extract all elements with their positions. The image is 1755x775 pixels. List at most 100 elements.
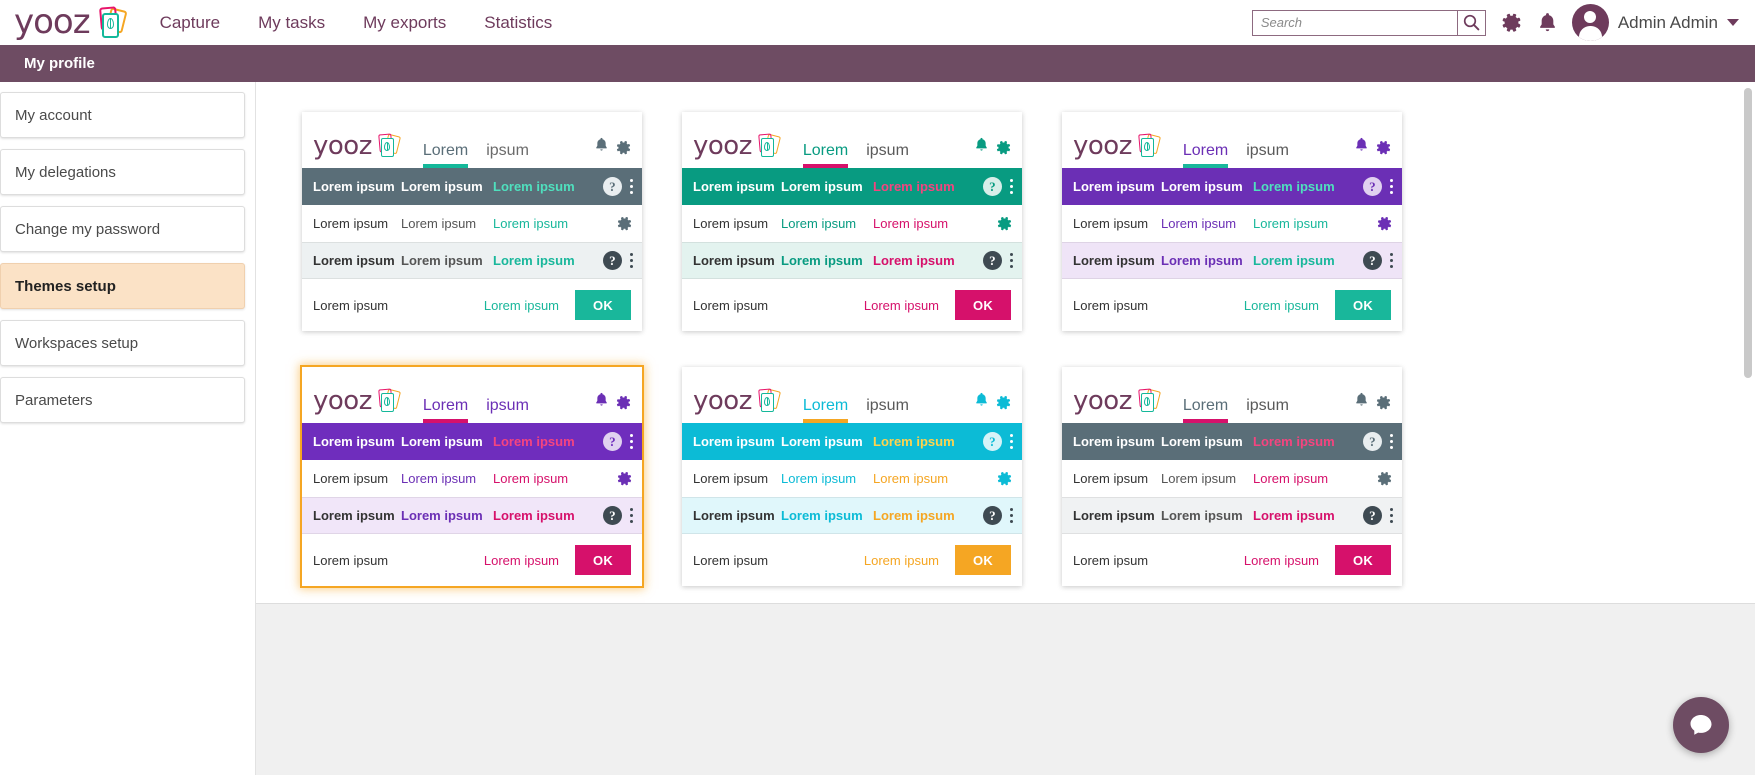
preview-tab-active[interactable]: Lorem — [422, 142, 469, 168]
preview-table-row[interactable]: Lorem ipsum Lorem ipsum Lorem ipsum — [302, 205, 642, 242]
preview-gear-button[interactable] — [1375, 139, 1392, 156]
preview-tab-inactive[interactable]: ipsum — [866, 142, 909, 168]
sidebar-item-workspaces-setup[interactable]: Workspaces setup — [0, 320, 245, 366]
help-icon[interactable]: ? — [1362, 432, 1382, 451]
row-gear-button[interactable] — [1376, 470, 1393, 487]
preview-tab-inactive[interactable]: ipsum — [1246, 142, 1289, 168]
more-vertical-icon[interactable] — [1009, 179, 1013, 194]
preview-gear-button[interactable] — [615, 139, 632, 156]
help-icon[interactable]: ? — [1362, 506, 1382, 525]
nav-item-statistics[interactable]: Statistics — [484, 13, 552, 33]
more-vertical-icon[interactable] — [629, 434, 633, 449]
more-vertical-icon[interactable] — [1009, 434, 1013, 449]
preview-tab-active[interactable]: Lorem — [1182, 397, 1229, 423]
vertical-scrollbar[interactable] — [1744, 88, 1752, 378]
row-gear-button[interactable] — [616, 470, 633, 487]
theme-card-theme-grey-teal[interactable]: yooz Lorem ipsum Lorem ipsum Lorem ipsum Lore… — [302, 112, 642, 331]
theme-card-theme-purple-teal[interactable]: yooz Lorem ipsum Lorem ipsum Lorem ipsum Lore… — [1062, 112, 1402, 331]
ok-button[interactable]: OK — [955, 290, 1011, 320]
help-icon[interactable]: ? — [602, 251, 622, 270]
preview-gear-button[interactable] — [995, 394, 1012, 411]
sidebar-item-parameters[interactable]: Parameters — [0, 377, 245, 423]
preview-table-row[interactable]: Lorem ipsum Lorem ipsum Lorem ipsum — [302, 460, 642, 497]
more-vertical-icon[interactable] — [629, 179, 633, 194]
sidebar-item-themes-setup[interactable]: Themes setup — [0, 263, 245, 309]
more-vertical-icon[interactable] — [629, 253, 633, 268]
sidebar-item-my-delegations[interactable]: My delegations — [0, 149, 245, 195]
preview-table-row[interactable]: Lorem ipsum Lorem ipsum Lorem ipsum — [1062, 460, 1402, 497]
help-icon[interactable]: ? — [982, 506, 1002, 525]
help-icon[interactable]: ? — [602, 177, 622, 196]
notifications-button[interactable] — [1537, 11, 1558, 34]
more-vertical-icon[interactable] — [1389, 179, 1393, 194]
theme-card-theme-green-pink[interactable]: yooz Lorem ipsum Lorem ipsum Lorem ipsum Lore… — [682, 112, 1022, 331]
preview-table-row-alt[interactable]: Lorem ipsum Lorem ipsum Lorem ipsum? — [1062, 497, 1402, 534]
preview-table-row-alt[interactable]: Lorem ipsum Lorem ipsum Lorem ipsum? — [302, 242, 642, 279]
yooz-logo[interactable]: yooz — [14, 5, 130, 40]
search-input[interactable] — [1252, 10, 1457, 35]
preview-table-row[interactable]: Lorem ipsum Lorem ipsum Lorem ipsum — [682, 205, 1022, 242]
preview-tab-active[interactable]: Lorem — [802, 397, 849, 423]
preview-table-row[interactable]: Lorem ipsum Lorem ipsum Lorem ipsum — [1062, 205, 1402, 242]
preview-bell-button[interactable] — [594, 136, 609, 158]
preview-tab-inactive[interactable]: ipsum — [1246, 397, 1289, 423]
nav-item-capture[interactable]: Capture — [160, 13, 220, 33]
more-vertical-icon[interactable] — [1389, 434, 1393, 449]
ok-button[interactable]: OK — [575, 545, 631, 575]
ok-button[interactable]: OK — [1335, 290, 1391, 320]
preview-tab-inactive[interactable]: ipsum — [486, 397, 529, 423]
ok-button[interactable]: OK — [575, 290, 631, 320]
sidebar-item-my-account[interactable]: My account — [0, 92, 245, 138]
help-icon[interactable]: ? — [602, 432, 622, 451]
preview-table-row[interactable]: Lorem ipsum Lorem ipsum Lorem ipsum — [682, 460, 1022, 497]
preview-table-row-alt[interactable]: Lorem ipsum Lorem ipsum Lorem ipsum? — [682, 242, 1022, 279]
preview-tab-inactive[interactable]: ipsum — [866, 397, 909, 423]
help-icon[interactable]: ? — [602, 506, 622, 525]
preview-bell-button[interactable] — [594, 391, 609, 413]
more-vertical-icon[interactable] — [1389, 508, 1393, 523]
help-icon[interactable]: ? — [1362, 177, 1382, 196]
row-gear-button[interactable] — [1376, 215, 1393, 232]
preview-bell-button[interactable] — [974, 391, 989, 413]
preview-tab-active[interactable]: Lorem — [422, 397, 469, 423]
preview-tab-active[interactable]: Lorem — [802, 142, 849, 168]
more-vertical-icon[interactable] — [1389, 253, 1393, 268]
preview-table-row-alt[interactable]: Lorem ipsum Lorem ipsum Lorem ipsum? — [1062, 242, 1402, 279]
help-icon[interactable]: ? — [982, 177, 1002, 196]
sidebar-item-change-my-password[interactable]: Change my password — [0, 206, 245, 252]
settings-button[interactable] — [1500, 11, 1523, 34]
preview-gear-button[interactable] — [995, 139, 1012, 156]
avatar — [1571, 4, 1609, 41]
nav-item-my-tasks[interactable]: My tasks — [258, 13, 325, 33]
more-vertical-icon[interactable] — [1009, 253, 1013, 268]
more-vertical-icon[interactable] — [629, 508, 633, 523]
preview-tab-inactive[interactable]: ipsum — [486, 142, 529, 168]
preview-tab-active[interactable]: Lorem — [1182, 142, 1229, 168]
preview-gear-button[interactable] — [1375, 394, 1392, 411]
preview-bell-button[interactable] — [1354, 136, 1369, 158]
nav-item-my-exports[interactable]: My exports — [363, 13, 446, 33]
theme-card-theme-grey-pink[interactable]: yooz Lorem ipsum Lorem ipsum Lorem ipsum Lore… — [1062, 367, 1402, 586]
theme-card-theme-violet-pink[interactable]: yooz Lorem ipsum Lorem ipsum Lorem ipsum Lore… — [302, 367, 642, 586]
row-gear-button[interactable] — [996, 470, 1013, 487]
user-menu[interactable]: Admin Admin — [1571, 4, 1739, 41]
page-context-bar: My profile — [0, 45, 1755, 82]
preview-table-row-alt[interactable]: Lorem ipsum Lorem ipsum Lorem ipsum? — [302, 497, 642, 534]
theme-card-theme-cyan-orange[interactable]: yooz Lorem ipsum Lorem ipsum Lorem ipsum Lore… — [682, 367, 1022, 586]
table-cell: Lorem ipsum — [1253, 434, 1335, 449]
preview-bell-button[interactable] — [1354, 391, 1369, 413]
more-vertical-icon[interactable] — [1009, 508, 1013, 523]
support-chat-button[interactable] — [1673, 697, 1729, 753]
ok-button[interactable]: OK — [955, 545, 1011, 575]
theme-preview-header: yooz Lorem ipsum — [1062, 367, 1402, 423]
help-icon[interactable]: ? — [982, 251, 1002, 270]
search-button[interactable] — [1456, 10, 1485, 35]
help-icon[interactable]: ? — [982, 432, 1002, 451]
help-icon[interactable]: ? — [1362, 251, 1382, 270]
preview-table-row-alt[interactable]: Lorem ipsum Lorem ipsum Lorem ipsum? — [682, 497, 1022, 534]
preview-bell-button[interactable] — [974, 136, 989, 158]
row-gear-button[interactable] — [616, 215, 633, 232]
ok-button[interactable]: OK — [1335, 545, 1391, 575]
preview-gear-button[interactable] — [615, 394, 632, 411]
row-gear-button[interactable] — [996, 215, 1013, 232]
